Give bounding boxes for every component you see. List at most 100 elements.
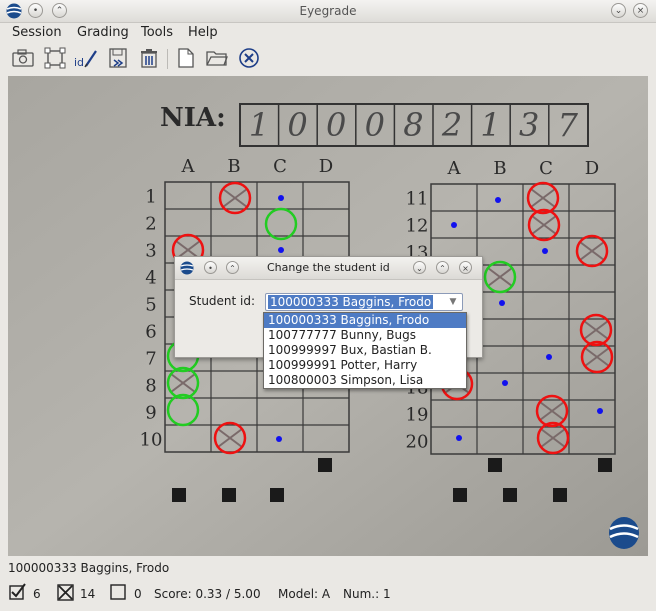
alignment-marker <box>172 488 186 502</box>
toolbar-separator <box>167 49 168 69</box>
dialog-minimize-icon[interactable]: ⌄ <box>413 261 426 274</box>
incorrect-count: 14 <box>80 587 96 601</box>
status-bar: 6 14 0 Score: 0.33 / 5.00 Model: A Num.:… <box>8 582 648 606</box>
discard-icon[interactable] <box>137 46 161 70</box>
correct-count: 6 <box>33 587 41 601</box>
student-id-dropdown: 100000333 Baggins, Frodo 100777777 Bunny… <box>263 312 467 389</box>
row-label-right: 12 <box>406 216 429 237</box>
column-label-left: A <box>181 156 196 177</box>
score-text: Score: 0.33 / 5.00 <box>154 587 261 601</box>
id-label: id <box>74 55 85 69</box>
row-label-right: 19 <box>406 405 429 426</box>
nia-digit: 3 <box>519 106 539 144</box>
correct-answer-dot <box>495 197 501 203</box>
alignment-marker <box>453 488 467 502</box>
close-session-icon[interactable] <box>237 46 261 70</box>
alignment-marker <box>488 458 502 472</box>
nia-digit: 7 <box>558 106 579 144</box>
column-label-right: A <box>447 158 462 179</box>
nia-digit: 8 <box>403 106 423 144</box>
row-label-left: 4 <box>145 268 156 289</box>
model-text: Model: A <box>278 587 331 601</box>
correct-answer-dot <box>276 436 282 442</box>
column-label-left: D <box>319 156 333 177</box>
correct-icon <box>9 583 27 604</box>
student-option[interactable]: 100777777 Bunny, Bugs <box>264 328 466 343</box>
student-option[interactable]: 100800003 Simpson, Lisa <box>264 373 466 388</box>
alignment-marker <box>553 488 567 502</box>
correct-answer-dot <box>542 248 548 254</box>
row-label-left: 9 <box>145 403 156 424</box>
nia-digit: 2 <box>441 106 462 144</box>
close-button[interactable]: × <box>633 3 648 18</box>
correct-answer-dot <box>278 247 284 253</box>
column-label-right: B <box>493 158 506 179</box>
student-name-status: 100000333 Baggins, Frodo <box>8 561 170 575</box>
column-label-left: C <box>273 156 287 177</box>
row-label-left: 1 <box>145 187 156 208</box>
student-id-combobox[interactable]: 100000333 Baggins, Frodo ▼ <box>265 293 463 311</box>
dialog-keep-above-icon[interactable]: ⌃ <box>226 261 239 274</box>
row-label-left: 3 <box>145 241 156 262</box>
student-option[interactable]: 100000333 Baggins, Frodo <box>264 313 466 328</box>
alignment-marker <box>318 458 332 472</box>
incorrect-icon <box>57 583 75 604</box>
row-label-left: 5 <box>145 295 156 316</box>
menu-session[interactable]: Session <box>12 25 62 40</box>
row-label-left: 6 <box>145 322 156 343</box>
row-label-left: 2 <box>145 214 156 235</box>
nia-digit: 0 <box>287 106 307 144</box>
new-session-icon[interactable] <box>174 46 198 70</box>
eyegrade-logo-icon <box>608 516 640 550</box>
question-number-text: Num.: 1 <box>343 587 391 601</box>
row-label-left: 8 <box>145 376 156 397</box>
menu-help[interactable]: Help <box>188 25 218 40</box>
dialog-title-bar: • ⌃ Change the student id ⌄ ⌃ × <box>175 257 482 280</box>
nia-digit: 1 <box>480 106 500 144</box>
correct-answer-dot <box>597 408 603 414</box>
correct-answer-dot <box>502 380 508 386</box>
column-label-right: D <box>585 158 599 179</box>
toolbar: id <box>0 43 656 73</box>
open-session-icon[interactable] <box>205 46 229 70</box>
correct-answer-dot <box>451 222 457 228</box>
column-label-left: B <box>227 156 240 177</box>
minimize-button[interactable]: ⌄ <box>611 3 626 18</box>
save-icon[interactable] <box>106 46 130 70</box>
dialog-title: Change the student id <box>267 261 390 274</box>
dialog-maximize-icon[interactable]: ⌃ <box>436 261 449 274</box>
menu-grading[interactable]: Grading <box>77 25 129 40</box>
student-option[interactable]: 100999991 Potter, Harry <box>264 358 466 373</box>
chevron-down-icon[interactable]: ▼ <box>446 295 460 309</box>
student-id-label: Student id: <box>189 294 256 308</box>
window-title: Eyegrade <box>299 4 357 18</box>
correct-answer-dot <box>546 354 552 360</box>
alignment-marker <box>598 458 612 472</box>
nia-digit: 0 <box>365 106 385 144</box>
dialog-close-button[interactable]: × <box>459 261 472 274</box>
dialog-menu-icon[interactable]: • <box>204 261 217 274</box>
alignment-marker <box>222 488 236 502</box>
correct-answer-dot <box>456 435 462 441</box>
student-option[interactable]: 100999997 Bux, Bastian B. <box>264 343 466 358</box>
menu-bar: Session Grading Tools Help <box>0 22 656 42</box>
dialog-logo-icon <box>180 261 194 275</box>
student-id-icon[interactable]: id <box>74 46 98 70</box>
row-label-right: 20 <box>406 432 429 453</box>
alignment-marker <box>503 488 517 502</box>
correct-answer-dot <box>278 195 284 201</box>
correct-answer-dot <box>499 300 505 306</box>
column-label-right: C <box>539 158 553 179</box>
row-label-right: 11 <box>406 189 429 210</box>
define-area-icon[interactable] <box>43 46 67 70</box>
row-label-left: 10 <box>140 430 163 451</box>
blank-icon <box>110 583 128 604</box>
nia-digit: 0 <box>326 106 346 144</box>
alignment-marker <box>270 488 284 502</box>
title-bar: • ⌃ Eyegrade ⌄ × <box>0 0 656 23</box>
blank-count: 0 <box>134 587 142 601</box>
student-id-value: 100000333 Baggins, Frodo <box>268 295 434 309</box>
start-session-icon[interactable] <box>11 46 35 70</box>
nia-digit: 1 <box>249 106 269 144</box>
menu-tools[interactable]: Tools <box>141 25 173 40</box>
